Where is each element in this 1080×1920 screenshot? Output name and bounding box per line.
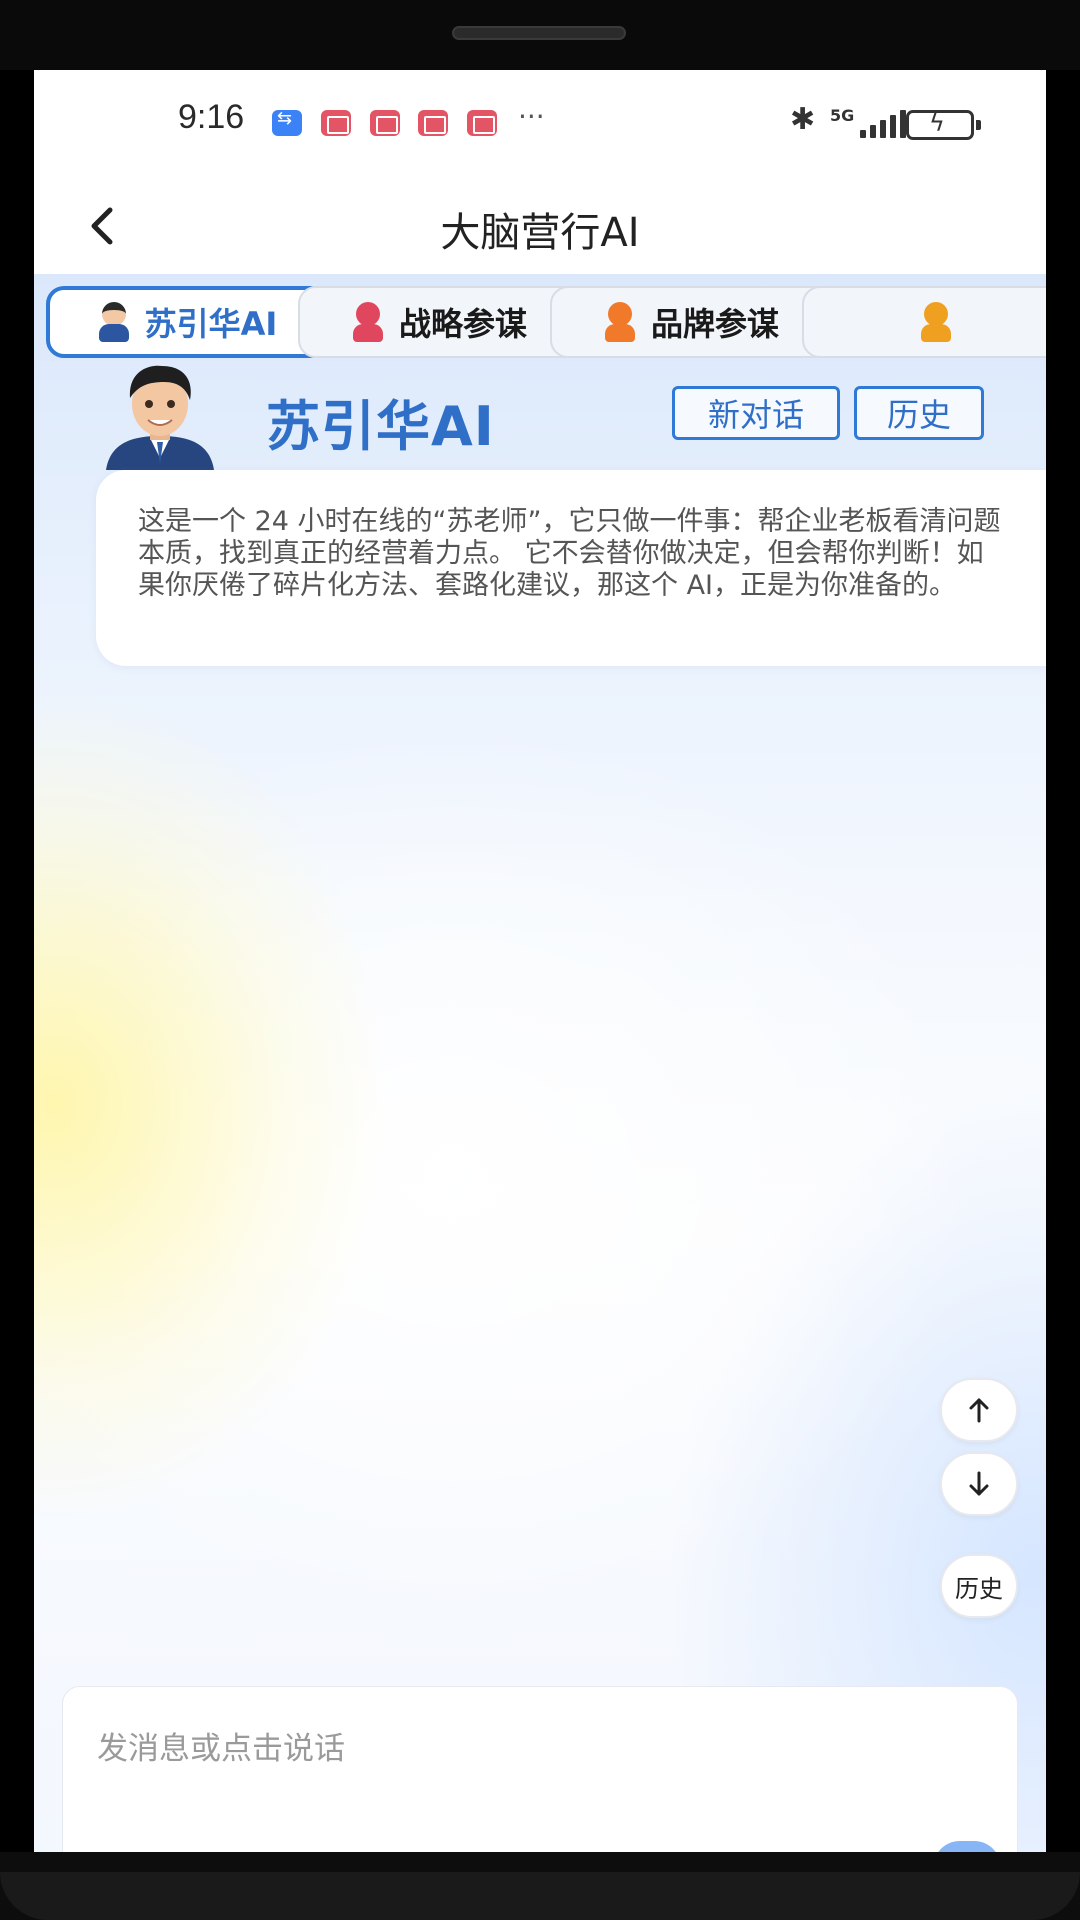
scroll-down-button[interactable]: [940, 1452, 1018, 1516]
phone-screen: 9:16 ··· ✱ 5G 大脑营行AI: [34, 70, 1046, 1852]
intro-text: 这是一个 24 小时在线的“苏老师”，它只做一件事：帮企业老板看清问题本质，找到…: [138, 506, 1001, 601]
intro-card: 这是一个 24 小时在线的“苏老师”，它只做一件事：帮企业老板看清问题本质，找到…: [96, 470, 1046, 666]
book-icon: [418, 110, 448, 136]
history-button[interactable]: 历史: [854, 386, 984, 440]
new-chat-button[interactable]: 新对话: [672, 386, 840, 440]
chat-content: 苏引华AI 战略参谋 品牌参谋 苏引华AI 新对话 历史 这是一个 24 小时在…: [34, 274, 1046, 1852]
tab-label: 苏引华AI: [144, 305, 278, 343]
camera-button[interactable]: [845, 1843, 909, 1852]
suyinhua-avatar-icon: [97, 302, 131, 342]
floating-history-button[interactable]: 历史: [940, 1554, 1018, 1618]
assistant-tabs: 苏引华AI 战略参谋 品牌参谋: [46, 286, 1046, 360]
tab-label: 战略参谋: [398, 305, 527, 343]
battery-charging-icon: [906, 109, 981, 140]
earpiece-speaker: [452, 26, 626, 40]
more-notifications-indicator: ···: [518, 100, 545, 133]
arrow-down-icon: [969, 1471, 989, 1496]
tab-next-advisor[interactable]: [802, 286, 1046, 358]
message-input[interactable]: 发消息或点击说话: [97, 1723, 345, 1768]
book-icon: [321, 110, 351, 136]
tab-strategy-advisor[interactable]: 战略参谋: [298, 286, 580, 358]
send-button[interactable]: [933, 1841, 1001, 1852]
voice-button[interactable]: [115, 1845, 179, 1852]
page-title: 大脑营行AI: [440, 210, 640, 256]
status-time: 9:16: [178, 98, 245, 136]
phone-bezel-bottom: [0, 1852, 1080, 1920]
tab-brand-advisor[interactable]: 品牌参谋: [550, 286, 832, 358]
book-icon: [467, 110, 497, 136]
usb-icon: [272, 108, 302, 136]
assistant-name: 苏引华AI: [266, 395, 495, 458]
suyinhua-avatar: [106, 365, 214, 470]
strategy-mascot-icon: [351, 302, 385, 342]
arrow-up-icon: [969, 1398, 989, 1423]
tab-suyinhua-ai[interactable]: 苏引华AI: [46, 286, 328, 358]
book-icon: [370, 110, 400, 136]
mascot-icon: [919, 302, 953, 342]
attach-file-button[interactable]: [761, 1843, 825, 1852]
phone-bezel-top: [0, 0, 1080, 70]
scroll-up-button[interactable]: [940, 1378, 1018, 1442]
network-type: 5G: [830, 106, 855, 125]
message-composer[interactable]: 发消息或点击说话: [62, 1686, 1018, 1852]
signal-icon: [860, 110, 908, 138]
app-header: 大脑营行AI: [34, 178, 1046, 274]
status-bar: 9:16 ··· ✱ 5G: [34, 70, 1046, 178]
brand-mascot-icon: [603, 302, 637, 342]
tab-label: 品牌参谋: [650, 305, 779, 343]
bluetooth-icon: ✱: [790, 102, 816, 137]
